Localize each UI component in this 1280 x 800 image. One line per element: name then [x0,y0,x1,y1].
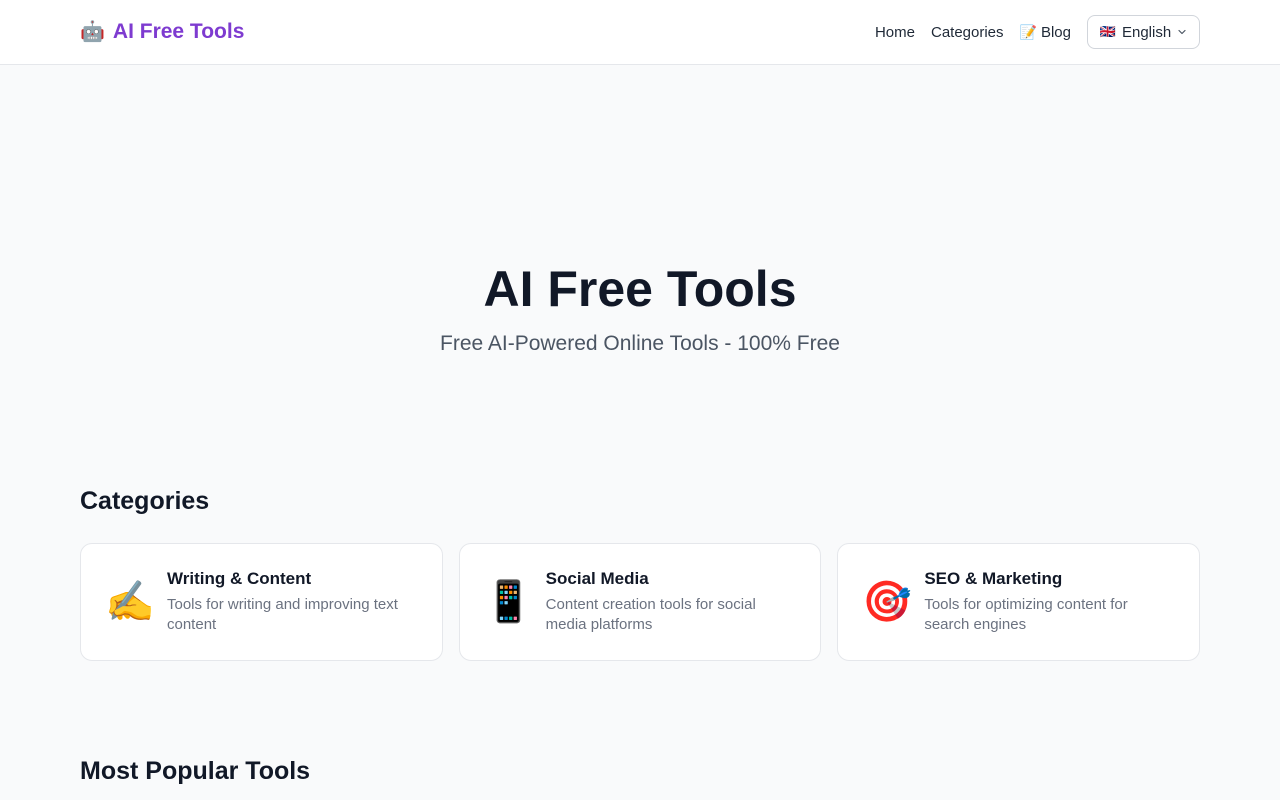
memo-icon: 📝 [1019,23,1037,40]
target-icon: 🎯 [862,580,913,624]
nav-blog-label: Blog [1040,23,1071,41]
category-description: Tools for optimizing content for search … [924,596,1128,633]
logo-text: AI Free Tools [112,20,245,43]
category-description: Tools for writing and improving text con… [167,596,398,633]
chevron-down-icon [1178,29,1186,35]
hero-title: AI Free Tools [483,261,797,317]
category-card-writing[interactable]: ✍️ Writing & Content Tools for writing a… [80,543,443,661]
nav-categories-link[interactable]: Categories [931,24,1004,41]
language-selector[interactable]: 🇬🇧 English [1087,15,1200,49]
popular-tools-heading: Most Popular Tools [80,757,311,785]
category-card-seo[interactable]: 🎯 SEO & Marketing Tools for optimizing c… [837,543,1201,661]
language-label: English [1121,23,1172,41]
site-logo[interactable]: 🤖 AI Free Tools [80,18,244,46]
category-title: Social Media [545,569,649,588]
nav-home-label: Home [874,23,915,41]
uk-flag-icon: 🇬🇧 [1099,24,1116,39]
category-card-social[interactable]: 📱 Social Media Content creation tools fo… [458,543,822,661]
nav-blog-link[interactable]: 📝 Blog [1020,24,1071,41]
hero-subtitle: Free AI-Powered Online Tools - 100% Free [440,332,840,355]
nav-categories-label: Categories [930,23,1004,41]
categories-heading: Categories [80,487,210,515]
category-cards: ✍️ Writing & Content Tools for writing a… [80,543,1201,661]
category-title: Writing & Content [167,569,312,588]
main-nav: Home Categories 📝 Blog 🇬🇧 English [875,15,1200,49]
writing-hand-icon: ✍️ [105,580,155,624]
robot-icon: 🤖 [80,21,105,43]
category-description: Content creation tools for social media … [545,596,756,633]
category-title: SEO & Marketing [924,569,1063,588]
nav-home-link[interactable]: Home [875,24,915,41]
mobile-phone-icon: 📱 [483,580,534,624]
site-header: 🤖 AI Free Tools Home Categories 📝 Blog 🇬… [0,0,1280,65]
